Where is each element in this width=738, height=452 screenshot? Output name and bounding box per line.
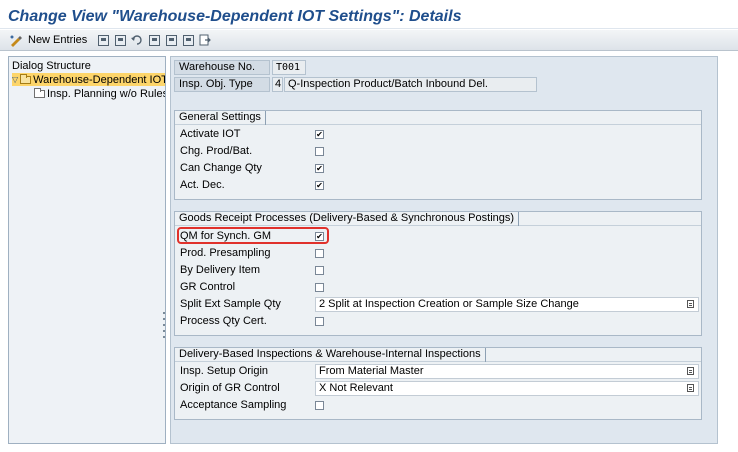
change-display-icon[interactable]	[8, 33, 22, 47]
tree-item-warehouse-dependent-iot-settings[interactable]: ▽ Warehouse-Dependent IOT Set	[12, 73, 166, 86]
insp-obj-type-code: 4	[272, 77, 283, 92]
acceptance-sampling-checkbox[interactable]	[315, 401, 324, 410]
dialog-structure-header: Dialog Structure	[12, 60, 91, 72]
dropdown-list-icon[interactable]	[687, 300, 694, 308]
origin-gr-control-row: Origin of GR Control X Not Relevant	[175, 380, 701, 397]
act-dec-checkbox[interactable]: ✔	[315, 181, 324, 190]
prod-presampling-checkbox[interactable]	[315, 249, 324, 258]
split-ext-sample-qty-label: Split Ext Sample Qty	[180, 298, 281, 310]
dropdown-list-icon[interactable]	[687, 367, 694, 375]
group-title: Delivery-Based Inspections & Warehouse-I…	[175, 348, 486, 362]
origin-gr-control-value: X Not Relevant	[319, 382, 393, 394]
prod-presampling-label: Prod. Presampling	[180, 247, 271, 259]
act-dec-label: Act. Dec.	[180, 179, 225, 191]
select-block-icon[interactable]	[181, 33, 195, 47]
tree-item-insp-planning[interactable]: Insp. Planning w/o Rules	[34, 87, 166, 100]
panel-splitter[interactable]	[162, 312, 166, 338]
acceptance-sampling-row: Acceptance Sampling	[175, 397, 701, 414]
details-panel: Warehouse No. T001 Insp. Obj. Type 4 Q-I…	[170, 56, 718, 444]
group-title: Goods Receipt Processes (Delivery-Based …	[175, 212, 520, 226]
chg-prod-bat-checkbox[interactable]	[315, 147, 324, 156]
undo-icon[interactable]	[130, 33, 144, 47]
prod-presampling-row: Prod. Presampling	[175, 245, 701, 262]
insp-setup-origin-value: From Material Master	[319, 365, 424, 377]
gr-control-label: GR Control	[180, 281, 236, 293]
split-ext-sample-qty-value: 2 Split at Inspection Creation or Sample…	[319, 298, 579, 310]
origin-gr-control-dropdown[interactable]: X Not Relevant	[315, 381, 699, 396]
activate-iot-checkbox[interactable]: ✔	[315, 130, 324, 139]
chg-prod-bat-row: Chg. Prod/Bat.	[175, 143, 701, 160]
gr-control-row: GR Control	[175, 279, 701, 296]
can-change-qty-checkbox[interactable]: ✔	[315, 164, 324, 173]
insp-obj-type-description: Q-Inspection Product/Batch Inbound Del.	[284, 77, 537, 92]
new-entries-button[interactable]: New Entries	[28, 34, 87, 46]
warehouse-no-label: Warehouse No.	[174, 60, 270, 75]
can-change-qty-row: Can Change Qty ✔	[175, 160, 701, 177]
can-change-qty-label: Can Change Qty	[180, 162, 262, 174]
by-delivery-item-row: By Delivery Item	[175, 262, 701, 279]
dropdown-list-icon[interactable]	[687, 384, 694, 392]
next-entry-icon[interactable]	[164, 33, 178, 47]
highlight-box	[177, 227, 329, 244]
warehouse-no-field: T001	[272, 60, 306, 75]
by-delivery-item-checkbox[interactable]	[315, 266, 324, 275]
export-icon[interactable]	[198, 33, 212, 47]
copy-icon[interactable]	[96, 33, 110, 47]
by-delivery-item-label: By Delivery Item	[180, 264, 261, 276]
activate-iot-row: Activate IOT ✔	[175, 126, 701, 143]
window-title: Change View "Warehouse-Dependent IOT Set…	[8, 8, 462, 25]
chg-prod-bat-label: Chg. Prod/Bat.	[180, 145, 253, 157]
act-dec-row: Act. Dec. ✔	[175, 177, 701, 194]
application-toolbar: New Entries	[0, 30, 738, 51]
general-settings-group: General Settings Activate IOT ✔ Chg. Pro…	[174, 110, 702, 200]
split-ext-sample-qty-dropdown[interactable]: 2 Split at Inspection Creation or Sample…	[315, 297, 699, 312]
activate-iot-label: Activate IOT	[180, 128, 241, 140]
tree-item-label: Insp. Planning w/o Rules	[47, 87, 166, 100]
title-divider	[0, 28, 738, 29]
gr-control-checkbox[interactable]	[315, 283, 324, 292]
split-ext-sample-qty-row: Split Ext Sample Qty 2 Split at Inspecti…	[175, 296, 701, 313]
previous-entry-icon[interactable]	[147, 33, 161, 47]
origin-gr-control-label: Origin of GR Control	[180, 382, 280, 394]
expand-triangle-icon[interactable]: ▽	[12, 75, 18, 84]
process-qty-cert-row: Process Qty Cert.	[175, 313, 701, 330]
process-qty-cert-label: Process Qty Cert.	[180, 315, 267, 327]
tree-item-label: Warehouse-Dependent IOT Set	[33, 73, 166, 86]
goods-receipt-processes-group: Goods Receipt Processes (Delivery-Based …	[174, 211, 702, 336]
save-icon[interactable]	[113, 33, 127, 47]
insp-setup-origin-row: Insp. Setup Origin From Material Master	[175, 363, 701, 380]
delivery-based-inspections-group: Delivery-Based Inspections & Warehouse-I…	[174, 347, 702, 420]
folder-icon	[34, 87, 45, 98]
insp-setup-origin-dropdown[interactable]: From Material Master	[315, 364, 699, 379]
dialog-structure-panel: Dialog Structure ▽ Warehouse-Dependent I…	[8, 56, 166, 444]
insp-setup-origin-label: Insp. Setup Origin	[180, 365, 269, 377]
process-qty-cert-checkbox[interactable]	[315, 317, 324, 326]
acceptance-sampling-label: Acceptance Sampling	[180, 399, 287, 411]
group-title: General Settings	[175, 111, 266, 125]
open-folder-icon	[20, 73, 32, 84]
insp-obj-type-label: Insp. Obj. Type	[174, 77, 270, 92]
